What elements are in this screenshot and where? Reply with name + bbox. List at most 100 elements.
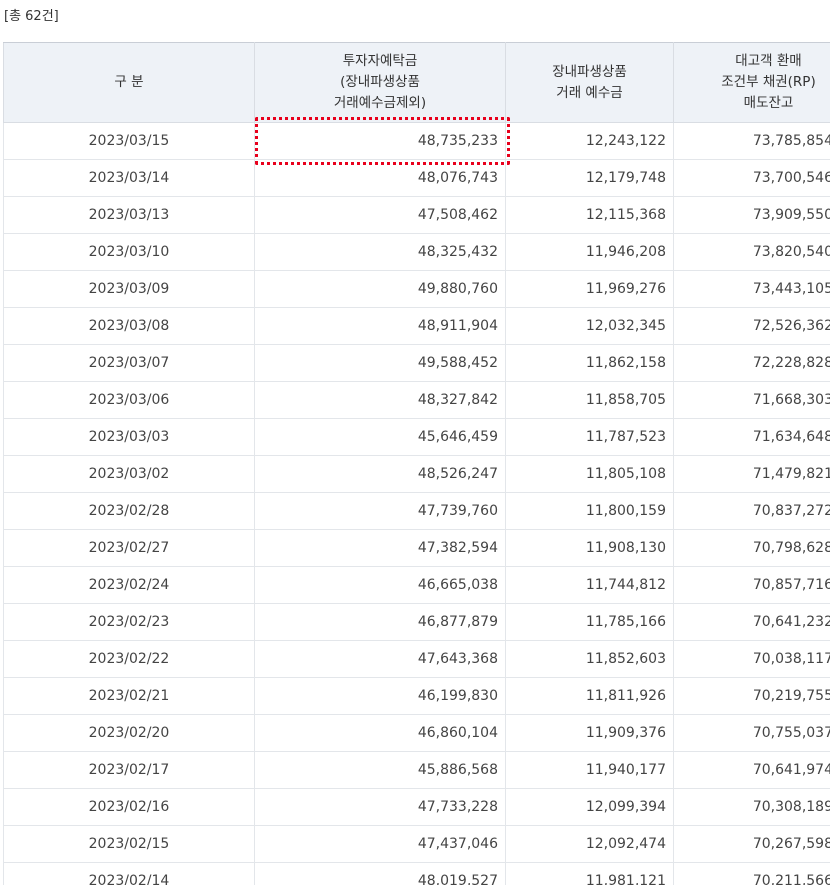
table-row: 2023/03/15 48,735,233 12,243,122 73,785,854 [3,117,830,165]
table-row: 2023/03/06 48,327,842 11,858,705 71,668,303 [3,381,830,419]
derivatives-deposit-cell: 11,969,276 [505,270,674,308]
rp-balance-cell: 70,837,272 [673,492,830,530]
rp-balance-cell: 72,526,362 [673,307,830,345]
table-row: 2023/02/24 46,665,038 11,744,812 70,857,716 [3,566,830,604]
derivatives-deposit-cell: 11,811,926 [505,677,674,715]
table-row: 2023/02/14 48,019,527 11,981,121 70,211,566 [3,862,830,885]
rp-balance-cell-value: 70,267,598 [752,836,830,852]
derivatives-deposit-cell-value: 11,805,108 [585,466,666,482]
date-cell: 2023/03/02 [3,455,255,493]
date-cell: 2023/03/14 [3,159,255,197]
header-rp-line-1: 대고객 환매 [735,53,802,69]
date-cell-value: 2023/02/20 [88,725,170,741]
date-cell: 2023/03/07 [3,344,255,382]
date-cell-value: 2023/03/06 [88,392,170,408]
investor-deposit-cell-value: 46,199,830 [417,688,498,704]
investor-deposit-cell-value: 48,526,247 [417,466,498,482]
header-rp-line-2: 조건부 채권(RP) [721,74,816,90]
rp-balance-cell-value: 71,668,303 [752,392,830,408]
rp-balance-cell: 70,798,628 [673,529,830,567]
date-cell-value: 2023/03/14 [88,170,170,186]
investor-deposit-cell-value: 45,646,459 [417,429,498,445]
date-cell: 2023/02/16 [3,788,255,826]
table-row: 2023/03/07 49,588,452 11,862,158 72,228,828 [3,344,830,382]
derivatives-deposit-cell: 11,787,523 [505,418,674,456]
investor-deposit-cell-value: 48,019,527 [417,873,498,885]
table-row: 2023/02/15 47,437,046 12,092,474 70,267,598 [3,825,830,863]
derivatives-deposit-cell-value: 11,744,812 [585,577,666,593]
header-derivatives-line-2: 거래 예수금 [556,84,623,101]
rp-balance-cell-value: 70,755,037 [752,725,830,741]
rp-balance-cell: 71,668,303 [673,381,830,419]
derivatives-deposit-cell: 11,785,166 [505,603,674,641]
date-cell-value: 2023/03/10 [88,244,170,260]
date-cell-value: 2023/02/22 [88,651,170,667]
investor-deposit-cell: 46,665,038 [254,566,506,604]
total-count-label: [총 62건] [4,9,59,24]
deposit-table: 구 분 투자자예탁금 (장내파생상품 거래예수금제외) 장내파생상품 거래 예수… [3,42,830,885]
derivatives-deposit-cell-value: 11,908,130 [585,540,666,556]
header-investor-deposit: 투자자예탁금 (장내파생상품 거래예수금제외) [254,42,506,123]
rp-balance-cell-value: 73,785,854 [752,133,830,149]
investor-deposit-cell: 49,880,760 [254,270,506,308]
investor-deposit-cell-value: 49,880,760 [417,281,498,297]
rp-balance-cell: 73,909,550 [673,196,830,234]
derivatives-deposit-cell: 12,179,748 [505,159,674,197]
table-row: 2023/03/09 49,880,760 11,969,276 73,443,105 [3,270,830,308]
derivatives-deposit-cell-value: 11,909,376 [585,725,666,741]
investor-deposit-cell-value: 48,911,904 [417,318,498,334]
date-cell-value: 2023/02/28 [88,503,170,519]
derivatives-deposit-cell-value: 12,243,122 [585,133,666,149]
date-cell: 2023/03/06 [3,381,255,419]
date-cell-value: 2023/02/23 [88,614,170,630]
rp-balance-cell: 70,219,755 [673,677,830,715]
date-cell: 2023/02/14 [3,862,255,885]
investor-deposit-cell-value: 48,327,842 [417,392,498,408]
rp-balance-cell-value: 73,909,550 [752,207,830,223]
derivatives-deposit-cell: 11,940,177 [505,751,674,789]
investor-deposit-cell-value: 48,325,432 [417,244,498,260]
rp-balance-cell-value: 70,641,232 [752,614,830,630]
rp-balance-cell-value: 71,634,648 [752,429,830,445]
derivatives-deposit-cell-value: 11,811,926 [585,688,666,704]
derivatives-deposit-cell: 11,858,705 [505,381,674,419]
derivatives-deposit-cell-value: 12,032,345 [585,318,666,334]
investor-deposit-cell-value: 46,877,879 [417,614,498,630]
derivatives-deposit-cell: 11,800,159 [505,492,674,530]
date-cell-value: 2023/03/07 [88,355,170,371]
header-rp-line-3: 매도잔고 [743,95,794,111]
investor-deposit-cell: 45,646,459 [254,418,506,456]
derivatives-deposit-cell: 12,032,345 [505,307,674,345]
header-deposit-line-2: (장내파생상품 [340,74,420,90]
rp-balance-cell: 70,038,117 [673,640,830,678]
rp-balance-cell: 70,267,598 [673,825,830,863]
rp-balance-cell: 73,700,546 [673,159,830,197]
rp-balance-cell-value: 72,526,362 [752,318,830,334]
date-cell-value: 2023/03/13 [88,207,170,223]
rp-balance-cell-value: 70,211,566 [752,873,830,885]
derivatives-deposit-cell: 12,115,368 [505,196,674,234]
date-cell: 2023/03/13 [3,196,255,234]
date-cell-value: 2023/02/21 [88,688,170,704]
date-cell: 2023/03/03 [3,418,255,456]
investor-deposit-cell-value: 47,643,368 [417,651,498,667]
investor-deposit-cell-value: 47,733,228 [417,799,498,815]
table-row: 2023/03/14 48,076,743 12,179,748 73,700,546 [3,159,830,197]
rp-balance-cell-value: 71,479,821 [752,466,830,482]
rp-balance-cell: 70,857,716 [673,566,830,604]
investor-deposit-cell-value: 49,588,452 [417,355,498,371]
date-cell: 2023/02/17 [3,751,255,789]
date-cell: 2023/02/27 [3,529,255,567]
deposit-table-container: 구 분 투자자예탁금 (장내파생상품 거래예수금제외) 장내파생상품 거래 예수… [3,42,830,885]
investor-deposit-cell-value: 47,437,046 [417,836,498,852]
date-cell-value: 2023/02/15 [88,836,170,852]
table-row: 2023/03/03 45,646,459 11,787,523 71,634,648 [3,418,830,456]
table-row: 2023/02/28 47,739,760 11,800,159 70,837,272 [3,492,830,530]
rp-balance-cell: 70,308,189 [673,788,830,826]
date-cell: 2023/02/28 [3,492,255,530]
table-row: 2023/03/10 48,325,432 11,946,208 73,820,540 [3,233,830,271]
derivatives-deposit-cell-value: 11,940,177 [585,762,666,778]
rp-balance-cell-value: 70,798,628 [752,540,830,556]
investor-deposit-cell: 47,437,046 [254,825,506,863]
rp-balance-cell-value: 70,038,117 [752,651,830,667]
